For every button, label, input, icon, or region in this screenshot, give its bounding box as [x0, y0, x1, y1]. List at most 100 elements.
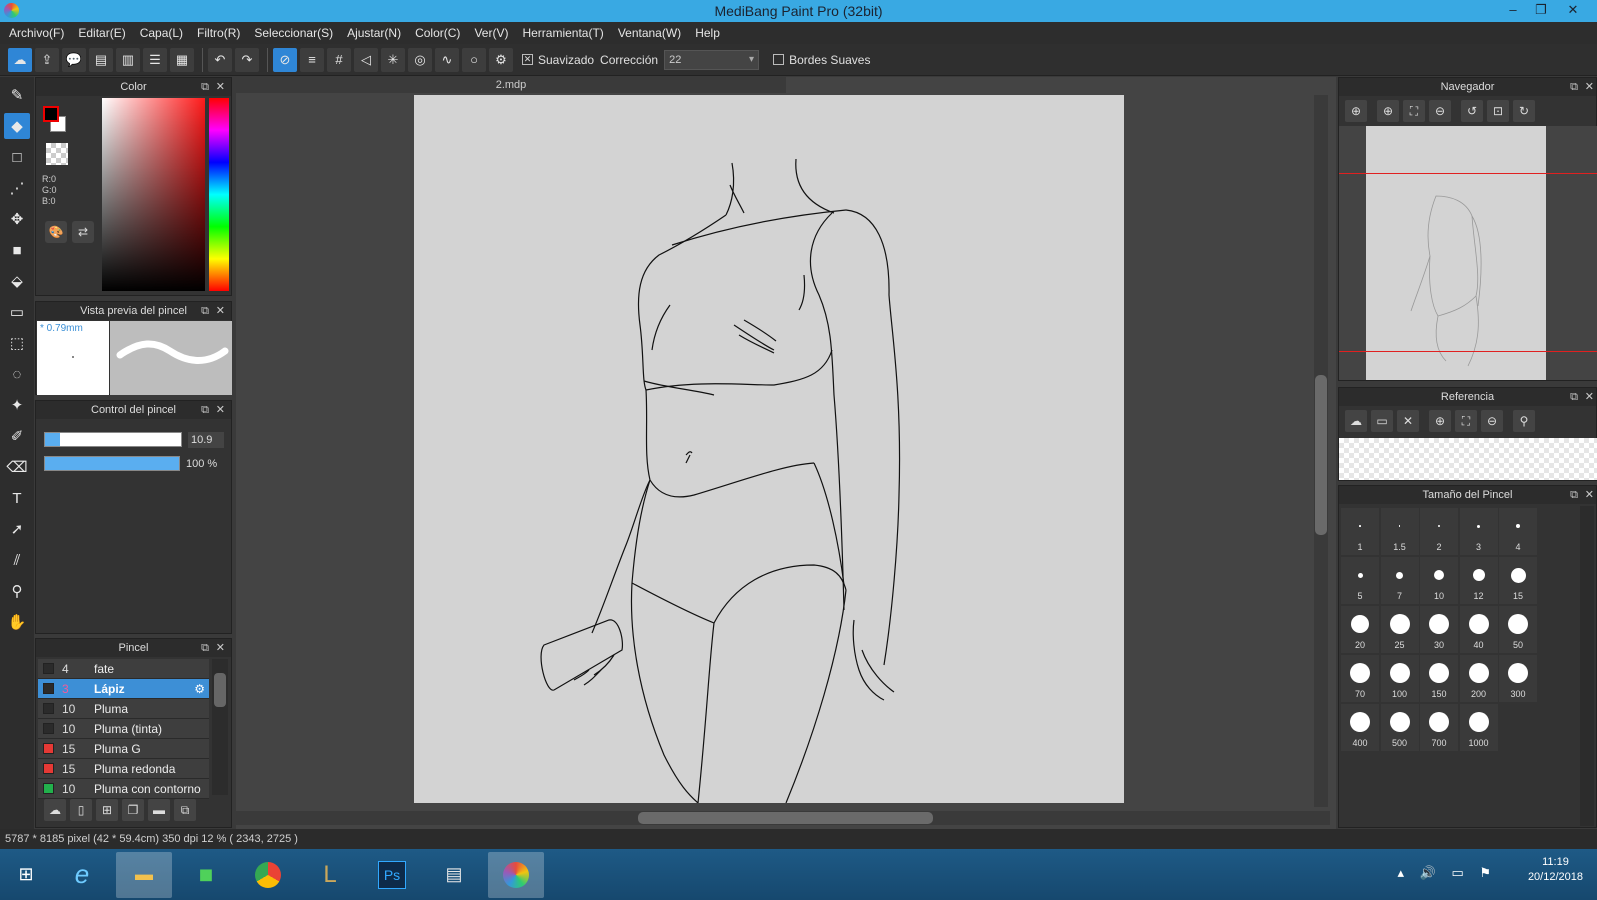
correction-dropdown[interactable]: 22 [664, 49, 760, 70]
close-button[interactable]: ✕ [1559, 0, 1587, 22]
menu-adjust[interactable]: Ajustar(N) [340, 26, 408, 40]
concentric-snap-icon[interactable]: ◎ [408, 47, 432, 72]
eyedropper-tool-icon[interactable]: ⚲ [4, 578, 30, 604]
zoom-in-icon[interactable]: ⊕ [1345, 100, 1367, 122]
brush-size-option[interactable]: 200 [1459, 655, 1498, 702]
menu-view[interactable]: Ver(V) [467, 26, 515, 40]
grid-snap-icon[interactable]: # [327, 47, 351, 72]
menu-layer[interactable]: Capa(L) [133, 26, 190, 40]
drawing-canvas[interactable] [414, 95, 1124, 804]
shape-tool-icon[interactable]: □ [4, 144, 30, 170]
smoothing-checkbox[interactable]: ✕ [522, 54, 533, 65]
brush-size-option[interactable]: 3 [1459, 508, 1498, 555]
brush-size-option[interactable]: 5 [1341, 557, 1379, 604]
vertical-scroll-thumb[interactable] [1315, 375, 1327, 535]
hand-tool-icon[interactable]: ✋ [4, 609, 30, 635]
add-brush-icon[interactable]: ⊞ [96, 799, 118, 821]
layer-list-icon[interactable]: ☰ [143, 47, 167, 72]
close-panel-icon[interactable]: ✕ [1585, 388, 1594, 406]
brush-item[interactable]: 15 Pluma redonda [38, 759, 209, 779]
copy-brush-icon[interactable]: ❐ [122, 799, 144, 821]
reference-image-area[interactable] [1339, 438, 1597, 480]
select-pen-icon[interactable]: ✐ [4, 423, 30, 449]
cloud-icon[interactable]: ☁ [8, 47, 32, 72]
fit-icon[interactable]: ⊡ [1487, 100, 1509, 122]
file-explorer-icon[interactable]: ▬ [116, 851, 172, 898]
taskbar-clock[interactable]: 11:19 20/12/2018 [1528, 855, 1583, 885]
cloud-brush-icon[interactable]: ☁ [44, 799, 66, 821]
brush-item[interactable]: 10 Pluma [38, 699, 209, 719]
radial-snap-icon[interactable]: ✳ [381, 47, 405, 72]
upload-icon[interactable]: ⇪ [35, 47, 59, 72]
brush-size-slider[interactable] [44, 432, 182, 447]
open-folder-icon[interactable]: ▭ [1371, 410, 1393, 432]
brush-size-option[interactable]: 2 [1420, 508, 1458, 555]
lasso-tool-icon[interactable]: ◌ [4, 361, 30, 387]
brush-size-option[interactable]: 1 [1341, 508, 1379, 555]
popout-icon[interactable]: ⧉ [1570, 78, 1578, 96]
rotate-left-icon[interactable]: ↺ [1461, 100, 1483, 122]
brush-size-option[interactable]: 7 [1380, 557, 1419, 604]
brush-item[interactable]: 15 Pluma G [38, 739, 209, 759]
chrome-icon[interactable] [240, 852, 296, 898]
eraser-tool-icon[interactable]: ◆ [4, 113, 30, 139]
brush-item[interactable]: 4 fate [38, 659, 209, 679]
menu-filter[interactable]: Filtro(R) [190, 26, 247, 40]
text-tool-icon[interactable]: T [4, 485, 30, 511]
brush-item[interactable]: 10 Pluma con contorno [38, 779, 209, 799]
circle-snap-icon[interactable]: ○ [462, 47, 486, 72]
move-tool-icon[interactable]: ✥ [4, 206, 30, 232]
photoshop-icon[interactable]: Ps [364, 852, 420, 898]
document-tab[interactable]: 2.mdp [236, 77, 786, 93]
popout-icon[interactable]: ⧉ [1570, 486, 1578, 504]
close-panel-icon[interactable]: ✕ [1585, 78, 1594, 96]
brush-size-option[interactable]: 25 [1380, 606, 1419, 653]
speech-bubble-icon[interactable]: 💬 [62, 47, 86, 72]
duplicate-icon[interactable]: ⧉ [174, 799, 196, 821]
brush-size-option[interactable]: 70 [1341, 655, 1379, 702]
snap-off-icon[interactable]: ⊘ [273, 47, 297, 72]
zoom-in-icon[interactable]: ⊕ [1377, 100, 1399, 122]
fit-screen-icon[interactable]: ⛶ [1403, 100, 1425, 122]
popout-icon[interactable]: ⧉ [201, 639, 209, 657]
hue-slider[interactable] [209, 98, 229, 291]
popout-icon[interactable]: ⧉ [201, 78, 209, 96]
brush-item[interactable]: 10 Pluma (tinta) [38, 719, 209, 739]
horizontal-scrollbar[interactable] [236, 811, 1330, 825]
brush-list-scrollbar[interactable] [212, 659, 228, 795]
select-eraser-icon[interactable]: ⌫ [4, 454, 30, 480]
system-tray[interactable]: ▴ 🔊 ▭ ⚑ [1398, 865, 1497, 881]
brush-size-option[interactable]: 300 [1499, 655, 1537, 702]
medibang-taskbar-icon[interactable] [488, 851, 544, 898]
zoom-out-icon[interactable]: ⊖ [1481, 410, 1503, 432]
comment-icon[interactable]: ▤ [89, 47, 113, 72]
brush-size-option[interactable]: 500 [1380, 704, 1419, 751]
gradient-tool-icon[interactable]: ▭ [4, 299, 30, 325]
close-panel-icon[interactable]: ✕ [216, 401, 225, 419]
remove-icon[interactable]: ✕ [1397, 410, 1419, 432]
close-panel-icon[interactable]: ✕ [216, 639, 225, 657]
close-panel-icon[interactable]: ✕ [216, 78, 225, 96]
close-panel-icon[interactable]: ✕ [1585, 486, 1594, 504]
brush-size-option[interactable]: 12 [1459, 557, 1498, 604]
brush-size-option[interactable]: 1.5 [1380, 508, 1419, 555]
menu-select[interactable]: Seleccionar(S) [247, 26, 340, 40]
document-icon[interactable]: ▥ [116, 47, 140, 72]
restore-button[interactable]: ❐ [1527, 0, 1555, 22]
store-icon[interactable]: ◼ [178, 852, 234, 898]
menu-edit[interactable]: Editar(E) [71, 26, 132, 40]
cloud-upload-icon[interactable]: ☁ [1345, 410, 1367, 432]
horizontal-scroll-thumb[interactable] [638, 812, 933, 824]
brush-size-option[interactable]: 700 [1420, 704, 1458, 751]
navigator-preview[interactable] [1339, 126, 1597, 380]
saturation-brightness-picker[interactable] [102, 98, 205, 291]
bucket-tool-icon[interactable]: ⬙ [4, 268, 30, 294]
brush-size-option[interactable]: 15 [1499, 557, 1537, 604]
brush-size-option[interactable]: 150 [1420, 655, 1458, 702]
new-brush-icon[interactable]: ▯ [70, 799, 92, 821]
redo-icon[interactable]: ↷ [235, 47, 259, 72]
menu-window[interactable]: Ventana(W) [611, 26, 688, 40]
eyedropper-icon[interactable]: ⚲ [1513, 410, 1535, 432]
menu-file[interactable]: Archivo(F) [2, 26, 71, 40]
minimize-button[interactable]: – [1499, 0, 1527, 22]
